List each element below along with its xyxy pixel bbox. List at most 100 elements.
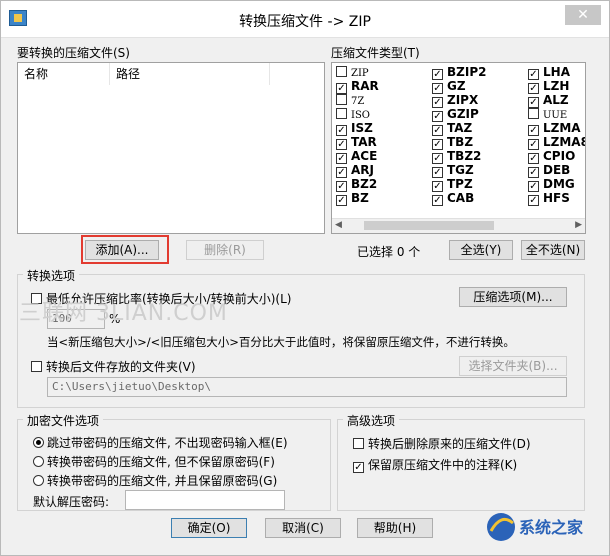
type-label: ALZ — [543, 93, 569, 107]
type-checkbox[interactable]: ✓ — [528, 195, 539, 206]
type-item-deb[interactable]: ✓ DEB — [528, 163, 570, 178]
type-item-lzh[interactable]: ✓ LZH — [528, 79, 569, 94]
radio-button[interactable] — [33, 475, 44, 486]
delete-original-checkbox[interactable] — [353, 438, 364, 449]
type-checkbox[interactable]: ✓ — [528, 181, 539, 192]
encrypted-option-2[interactable]: 转换带密码的压缩文件, 并且保留原密码(G) — [33, 472, 277, 489]
type-checkbox[interactable]: ✓ — [432, 111, 443, 122]
column-header-name[interactable]: 名称 — [18, 63, 110, 85]
type-item-tbz[interactable]: ✓ TBZ — [432, 135, 473, 150]
scroll-right-icon[interactable]: ▶ — [575, 220, 582, 230]
ok-button[interactable]: 确定(O) — [171, 518, 247, 538]
type-item-lzma86[interactable]: ✓ LZMA86 — [528, 135, 585, 150]
scroll-thumb[interactable] — [364, 221, 494, 230]
encrypted-option-0[interactable]: 跳过带密码的压缩文件, 不出现密码输入框(E) — [33, 434, 288, 451]
close-button[interactable]: ✕ — [565, 5, 601, 25]
type-checkbox[interactable]: ✓ — [528, 83, 539, 94]
column-header-path[interactable]: 路径 — [110, 63, 270, 85]
radio-button[interactable] — [33, 437, 44, 448]
type-checkbox[interactable]: ✓ — [528, 97, 539, 108]
choose-folder-button[interactable]: 选择文件夹(B)... — [459, 356, 567, 376]
type-checkbox[interactable]: ✓ — [432, 167, 443, 178]
logo-text: 系统之家 — [519, 518, 584, 537]
types-hscrollbar[interactable]: ◀ ▶ — [332, 218, 585, 233]
type-checkbox[interactable]: ✓ — [432, 181, 443, 192]
type-checkbox[interactable]: ✓ — [432, 69, 443, 80]
type-item-bz[interactable]: ✓ BZ — [336, 191, 369, 206]
type-item-cpio[interactable]: ✓ CPIO — [528, 149, 575, 164]
cancel-button[interactable]: 取消(C) — [265, 518, 341, 538]
type-checkbox[interactable]: ✓ — [528, 153, 539, 164]
type-label: TAZ — [447, 121, 473, 135]
type-item-tgz[interactable]: ✓ TGZ — [432, 163, 474, 178]
type-checkbox[interactable]: ✓ — [432, 83, 443, 94]
type-checkbox[interactable]: ✓ — [528, 69, 539, 80]
type-item-tbz2[interactable]: ✓ TBZ2 — [432, 149, 481, 164]
type-checkbox[interactable]: ✓ — [336, 139, 347, 150]
select-all-button[interactable]: 全选(Y) — [449, 240, 513, 260]
type-checkbox[interactable] — [336, 66, 347, 77]
type-item-bz2[interactable]: ✓ BZ2 — [336, 177, 377, 192]
type-checkbox[interactable]: ✓ — [528, 167, 539, 178]
type-checkbox[interactable]: ✓ — [336, 195, 347, 206]
type-item-lzma[interactable]: ✓ LZMA — [528, 121, 581, 136]
type-item-taz[interactable]: ✓ TAZ — [432, 121, 473, 136]
type-checkbox[interactable]: ✓ — [432, 139, 443, 150]
dialog-window: 转换压缩文件 -> ZIP ✕ 要转换的压缩文件(S) 名称 路径 压缩文件类型… — [0, 0, 610, 556]
type-checkbox[interactable]: ✓ — [336, 153, 347, 164]
type-checkbox[interactable]: ✓ — [528, 139, 539, 150]
type-label: 7Z — [351, 96, 365, 107]
type-checkbox[interactable]: ✓ — [336, 83, 347, 94]
select-none-button[interactable]: 全不选(N) — [521, 240, 585, 260]
folder-path-input[interactable]: C:\Users\jietuo\Desktop\ — [47, 377, 567, 397]
type-item-gz[interactable]: ✓ GZ — [432, 79, 466, 94]
types-list[interactable]: ✓ HFS ✓ DMG ✓ DEB ✓ CPIO ✓ LZMA86 ✓ LZMAUUE ✓ ALZ ✓ LZH… — [331, 62, 586, 234]
type-item-zipx[interactable]: ✓ ZIPX — [432, 93, 479, 108]
type-label: CAB — [447, 191, 475, 205]
type-checkbox[interactable] — [528, 108, 539, 119]
type-checkbox[interactable] — [336, 108, 347, 119]
type-item-hfs[interactable]: ✓ HFS — [528, 191, 570, 206]
type-checkbox[interactable]: ✓ — [432, 195, 443, 206]
radio-button[interactable] — [33, 456, 44, 467]
type-checkbox[interactable]: ✓ — [432, 97, 443, 108]
type-checkbox[interactable]: ✓ — [336, 125, 347, 136]
type-item-zip[interactable]: ZIP — [336, 65, 369, 79]
scroll-left-icon[interactable]: ◀ — [335, 220, 342, 230]
type-checkbox[interactable]: ✓ — [432, 125, 443, 136]
type-label: ZIPX — [447, 93, 479, 107]
type-item-cab[interactable]: ✓ CAB — [432, 191, 475, 206]
radio-label: 转换带密码的压缩文件, 但不保留原密码(F) — [47, 455, 275, 469]
default-password-input[interactable] — [125, 490, 285, 510]
type-item-7z[interactable]: 7Z — [336, 93, 364, 107]
type-checkbox[interactable]: ✓ — [336, 167, 347, 178]
type-item-alz[interactable]: ✓ ALZ — [528, 93, 569, 108]
title-bar: 转换压缩文件 -> ZIP ✕ — [1, 1, 609, 38]
type-item-tpz[interactable]: ✓ TPZ — [432, 177, 473, 192]
type-checkbox[interactable]: ✓ — [432, 153, 443, 164]
type-item-bzip2[interactable]: ✓ BZIP2 — [432, 65, 486, 80]
type-item-uue[interactable]: UUE — [528, 107, 567, 121]
type-item-arj[interactable]: ✓ ARJ — [336, 163, 374, 178]
type-label: GZIP — [447, 107, 479, 121]
save-folder-checkbox[interactable] — [31, 361, 42, 372]
type-label: BZ — [351, 191, 369, 205]
encrypted-option-1[interactable]: 转换带密码的压缩文件, 但不保留原密码(F) — [33, 453, 275, 470]
type-item-tar[interactable]: ✓ TAR — [336, 135, 377, 150]
keep-comment-checkbox[interactable]: ✓ — [353, 462, 364, 473]
type-checkbox[interactable]: ✓ — [528, 125, 539, 136]
files-label: 要转换的压缩文件(S) — [17, 46, 130, 60]
help-button[interactable]: 帮助(H) — [357, 518, 433, 538]
type-item-ace[interactable]: ✓ ACE — [336, 149, 377, 164]
type-item-dmg[interactable]: ✓ DMG — [528, 177, 575, 192]
type-item-isz[interactable]: ✓ ISZ — [336, 121, 373, 136]
delete-button[interactable]: 删除(R) — [186, 240, 264, 260]
files-list[interactable]: 名称 路径 — [17, 62, 325, 234]
type-item-lha[interactable]: ✓ LHA — [528, 65, 570, 80]
type-checkbox[interactable]: ✓ — [336, 181, 347, 192]
compress-options-button[interactable]: 压缩选项(M)... — [459, 287, 567, 307]
type-checkbox[interactable] — [336, 94, 347, 105]
type-item-gzip[interactable]: ✓ GZIP — [432, 107, 479, 122]
type-item-iso[interactable]: ISO — [336, 107, 370, 121]
type-item-rar[interactable]: ✓ RAR — [336, 79, 379, 94]
